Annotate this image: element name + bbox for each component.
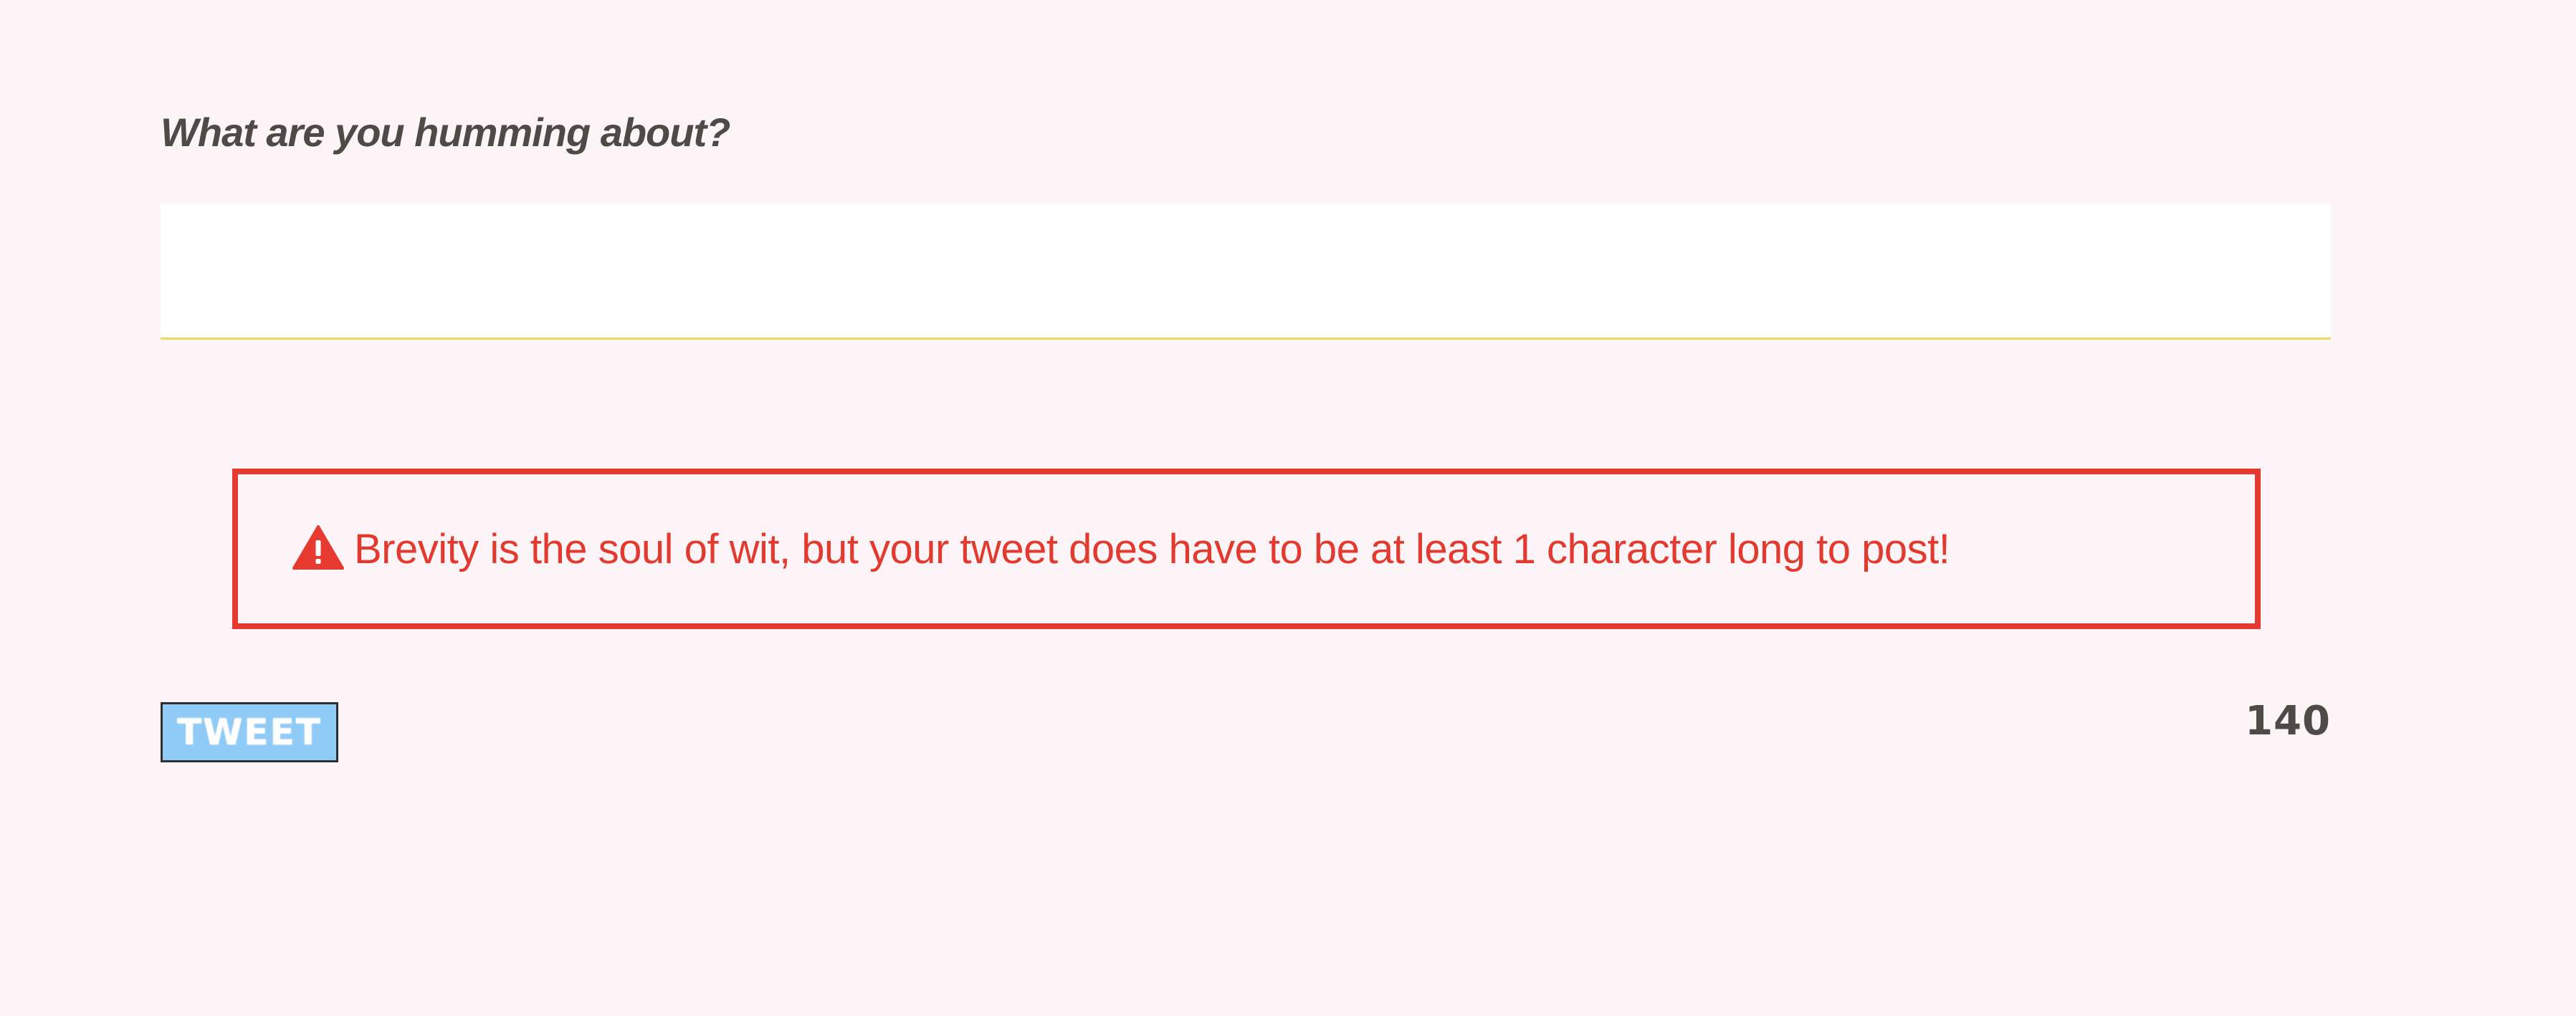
error-message-box: Brevity is the soul of wit, but your twe… [232,469,2261,629]
error-message-text: Brevity is the soul of wit, but your twe… [354,525,1950,572]
character-count: 140 [2245,698,2331,744]
warning-icon [292,524,354,574]
tweet-input[interactable] [161,203,2331,340]
tweet-button[interactable]: TWEET [161,702,338,762]
compose-prompt-label: What are you humming about? [161,110,730,155]
